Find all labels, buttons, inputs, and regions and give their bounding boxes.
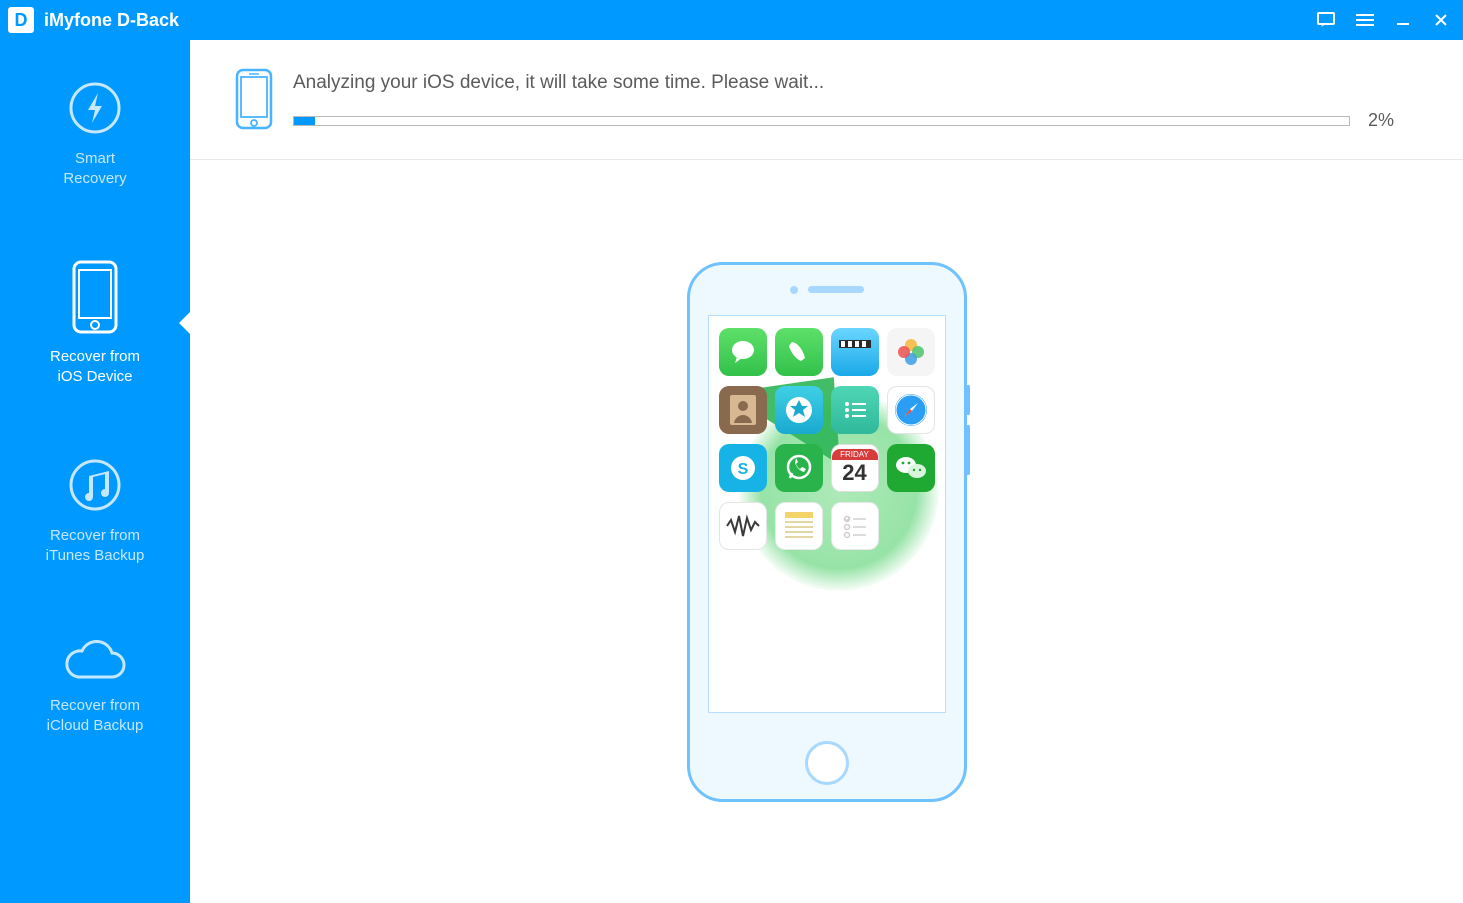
videos-app-icon	[831, 328, 879, 376]
minimize-button[interactable]	[1393, 10, 1413, 30]
calendar-app-icon: FRIDAY24	[831, 444, 879, 492]
home-button-icon	[805, 741, 849, 785]
app-logo-icon: D	[8, 7, 34, 33]
phone-side-button-icon	[966, 425, 970, 475]
sidebar-item-itunes-backup[interactable]: Recover from iTunes Backup	[0, 447, 190, 577]
phone-illustration: S FRIDAY24	[687, 262, 967, 802]
close-button[interactable]	[1431, 10, 1451, 30]
feedback-icon[interactable]	[1317, 10, 1337, 30]
phone-mini-icon	[235, 68, 273, 135]
app-title: iMyfone D-Back	[44, 10, 179, 31]
whatsapp-app-icon	[775, 444, 823, 492]
body: Smart Recovery Recover from iOS Device R…	[0, 40, 1463, 903]
progress-section: Analyzing your iOS device, it will take …	[190, 40, 1463, 160]
music-note-icon	[67, 457, 123, 518]
calendar-day-label: 24	[842, 460, 866, 486]
appstore-app-icon	[775, 386, 823, 434]
titlebar-left: D iMyfone D-Back	[8, 7, 179, 33]
wechat-app-icon	[887, 444, 935, 492]
phone-side-button-icon	[966, 385, 970, 415]
phone-icon	[72, 260, 118, 339]
illustration-area: S FRIDAY24	[190, 160, 1463, 903]
app-grid: S FRIDAY24	[717, 328, 937, 550]
sidebar-item-label: Recover from iCloud Backup	[47, 696, 144, 737]
sidebar-item-label: Recover from iOS Device	[50, 347, 140, 388]
sidebar-item-label: Smart Recovery	[63, 149, 126, 190]
progress-row: 2%	[293, 110, 1408, 131]
safari-app-icon	[887, 386, 935, 434]
sidebar-item-ios-device[interactable]: Recover from iOS Device	[0, 250, 190, 398]
checklist-app-icon	[831, 502, 879, 550]
reminders-app-icon	[775, 502, 823, 550]
voice-memos-app-icon	[719, 502, 767, 550]
sidebar-item-smart-recovery[interactable]: Smart Recovery	[0, 70, 190, 200]
svg-text:S: S	[737, 461, 748, 478]
app-window: D iMyfone D-Back Smart R	[0, 0, 1463, 903]
cloud-icon	[62, 637, 128, 688]
menu-icon[interactable]	[1355, 10, 1375, 30]
messages-app-icon	[719, 328, 767, 376]
progress-bar	[293, 116, 1350, 126]
skype-app-icon: S	[719, 444, 767, 492]
progress-percent: 2%	[1368, 110, 1408, 131]
phone-speaker-icon	[690, 265, 964, 315]
photos-app-icon	[887, 328, 935, 376]
progress-fill	[294, 117, 315, 125]
window-controls	[1317, 10, 1451, 30]
progress-column: Analyzing your iOS device, it will take …	[293, 72, 1408, 131]
notes-app-icon	[831, 386, 879, 434]
lightning-icon	[67, 80, 123, 141]
titlebar: D iMyfone D-Back	[0, 0, 1463, 40]
phone-app-icon	[775, 328, 823, 376]
contacts-app-icon	[719, 386, 767, 434]
main-panel: Analyzing your iOS device, it will take …	[190, 40, 1463, 903]
status-text: Analyzing your iOS device, it will take …	[293, 72, 1408, 94]
sidebar-item-label: Recover from iTunes Backup	[46, 526, 145, 567]
sidebar-item-icloud-backup[interactable]: Recover from iCloud Backup	[0, 627, 190, 747]
phone-screen: S FRIDAY24	[708, 315, 946, 713]
sidebar: Smart Recovery Recover from iOS Device R…	[0, 40, 190, 903]
